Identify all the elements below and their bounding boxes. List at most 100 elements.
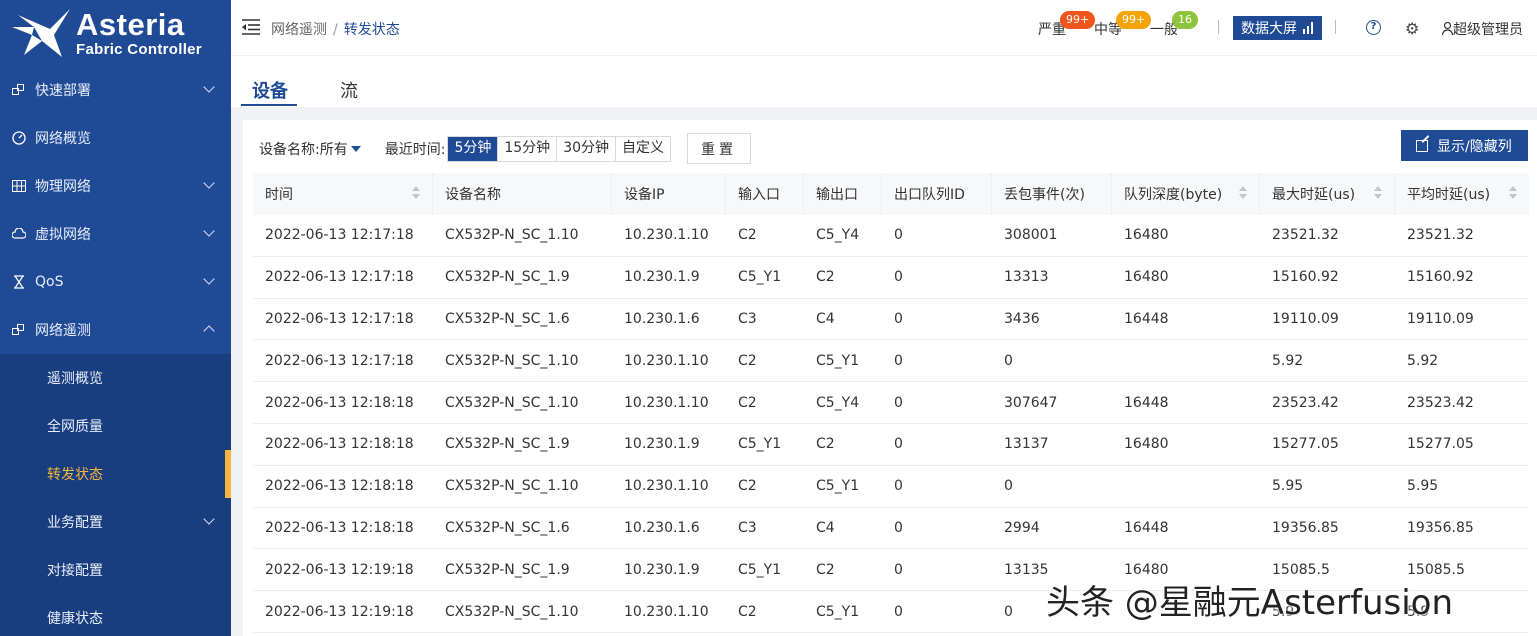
sidebar-item-network-overview[interactable]: 网络概览 <box>0 114 231 162</box>
table-cell: 16448 <box>1124 519 1169 536</box>
column-header[interactable]: 平均时延(us) <box>1395 173 1529 215</box>
range-15min[interactable]: 15分钟 <box>498 136 558 161</box>
sidebar-item-service-config[interactable]: 业务配置 <box>0 498 231 546</box>
sidebar-item-label: 网络遥测 <box>35 323 91 339</box>
recent-time-label: 最近时间: <box>384 141 446 158</box>
table-cell: 5.92 <box>1407 352 1439 369</box>
device-name-select[interactable]: 设备名称:所有 <box>259 139 361 159</box>
table-cell: 0 <box>894 561 903 578</box>
sidebar-item-forwarding-status[interactable]: 转发状态 <box>0 450 231 498</box>
sidebar-item-label: 全网质量 <box>47 419 103 435</box>
sidebar-item-label: 转发状态 <box>47 467 103 483</box>
tabs-bar: 设备 流 <box>231 56 1537 107</box>
sort-icon[interactable] <box>1374 186 1382 200</box>
table-cell: 15277.05 <box>1272 436 1339 453</box>
alarm-medium[interactable]: 中等 99+ <box>1094 11 1152 39</box>
table-row[interactable]: 2022-06-13 12:18:18 CX532P-N_SC_1.10 10.23… <box>253 382 1529 424</box>
sidebar-item-telemetry-overview[interactable]: 遥测概览 <box>0 354 231 402</box>
chevron-down-icon <box>203 273 215 285</box>
table-cell: 0 <box>894 394 903 411</box>
table-cell: 23521.32 <box>1407 227 1474 244</box>
column-header-label: 出口队列ID <box>894 187 965 203</box>
table-cell: 13313 <box>1004 269 1049 286</box>
menu-collapse-icon[interactable] <box>242 19 260 35</box>
table-row[interactable]: 2022-06-13 12:17:18 CX532P-N_SC_1.10 10.23… <box>253 215 1529 257</box>
help-icon[interactable]: ? <box>1366 20 1381 35</box>
table-row[interactable]: 2022-06-13 12:17:18 CX532P-N_SC_1.9 10.230… <box>253 257 1529 299</box>
sidebar-item-physical-network[interactable]: 物理网络 <box>0 162 231 210</box>
column-header: 出口队列ID <box>882 173 992 215</box>
user-name: 超级管理员 <box>1453 22 1523 38</box>
alarm-critical[interactable]: 严重 99+ <box>1038 11 1096 39</box>
dashboard-icon <box>12 131 26 145</box>
sidebar-item-label: 遥测概览 <box>47 371 103 387</box>
filter-row: 设备名称:所有 最近时间: 5分钟 15分钟 30分钟 自定义 重置 <box>259 133 752 164</box>
table-row[interactable]: 2022-06-13 12:17:18 CX532P-N_SC_1.6 10.230… <box>253 299 1529 341</box>
column-header[interactable]: 队列深度(byte) <box>1112 173 1260 215</box>
column-header-label: 设备名称 <box>445 187 501 203</box>
sidebar-item-label: 健康状态 <box>47 611 103 627</box>
sidebar-item-integration-config[interactable]: 对接配置 <box>0 546 231 594</box>
tab-flow[interactable]: 流 <box>340 77 358 103</box>
table-cell: 16448 <box>1124 310 1169 327</box>
alarm-general[interactable]: 一般 16 <box>1150 11 1198 39</box>
sidebar-item-label: 快速部署 <box>35 83 91 99</box>
column-header[interactable]: 最大时延(us) <box>1260 173 1395 215</box>
logo[interactable]: Asteria Fabric Controller <box>0 0 231 66</box>
sort-icon[interactable] <box>412 186 420 200</box>
table-cell: 0 <box>894 603 903 620</box>
table-cell: C2 <box>816 269 835 286</box>
column-header-label: 输出口 <box>816 187 858 203</box>
sidebar-item-qos[interactable]: QoS <box>0 258 231 306</box>
data-bigscreen-button[interactable]: 数据大屏 <box>1233 16 1322 40</box>
column-header-label: 最大时延(us) <box>1272 187 1356 203</box>
tab-device[interactable]: 设备 <box>252 77 288 103</box>
range-5min[interactable]: 5分钟 <box>448 136 499 161</box>
sidebar-item-telemetry[interactable]: 网络遥测 <box>0 306 231 354</box>
table-row[interactable]: 2022-06-13 12:18:18 CX532P-N_SC_1.9 10.230… <box>253 424 1529 466</box>
chevron-down-icon <box>203 177 215 189</box>
gear-icon[interactable]: ⚙ <box>1405 19 1419 38</box>
header-divider <box>1218 20 1219 34</box>
table-cell: C4 <box>816 310 835 327</box>
sidebar-item-quick-deploy[interactable]: 快速部署 <box>0 66 231 114</box>
bar-chart-icon <box>1303 22 1313 34</box>
table-header: 时间 设备名称 设备IP 输入口 输出口 出口队列ID 丢包事件(次) 队列深度(byte) 最… <box>253 173 1529 215</box>
table-cell: 2022-06-13 12:18:18 <box>265 519 414 536</box>
table-cell: C5_Y4 <box>816 394 860 411</box>
reset-button[interactable]: 重置 <box>687 133 752 164</box>
table-cell: 3436 <box>1004 310 1040 327</box>
column-header: 设备IP <box>612 173 726 215</box>
sort-icon[interactable] <box>1239 186 1247 200</box>
table-cell: 15160.92 <box>1407 269 1474 286</box>
sidebar-item-health-status[interactable]: 健康状态 <box>0 594 231 636</box>
breadcrumb-parent[interactable]: 网络遥测 <box>271 22 327 38</box>
column-header[interactable]: 时间 <box>253 173 433 215</box>
table-cell: C2 <box>738 394 757 411</box>
sidebar-item-label: QoS <box>35 274 64 290</box>
table-row[interactable]: 2022-06-13 12:18:18 CX532P-N_SC_1.10 10.23… <box>253 466 1529 508</box>
table-cell: 2022-06-13 12:17:18 <box>265 310 414 327</box>
table-row[interactable]: 2022-06-13 12:18:18 CX532P-N_SC_1.6 10.230… <box>253 508 1529 550</box>
table-cell: C5_Y1 <box>738 269 782 286</box>
table-body: 2022-06-13 12:17:18 CX532P-N_SC_1.10 10.23… <box>253 215 1529 633</box>
content-panel: 设备名称:所有 最近时间: 5分钟 15分钟 30分钟 自定义 重置 显示/隐藏… <box>243 120 1537 636</box>
user-menu[interactable]: 超级管理员 <box>1441 19 1523 39</box>
column-header-label: 设备IP <box>624 187 665 203</box>
range-custom[interactable]: 自定义 <box>616 137 670 161</box>
range-30min[interactable]: 30分钟 <box>557 136 617 161</box>
cloud-icon <box>12 227 26 241</box>
table-row[interactable]: 2022-06-13 12:17:18 CX532P-N_SC_1.10 10.23… <box>253 340 1529 383</box>
sidebar-item-network-quality[interactable]: 全网质量 <box>0 402 231 450</box>
chevron-down-icon <box>203 81 215 93</box>
toggle-columns-button[interactable]: 显示/隐藏列 <box>1401 130 1528 161</box>
table-cell: C5_Y1 <box>816 478 860 495</box>
sort-icon[interactable] <box>1509 186 1517 200</box>
table-cell: C4 <box>816 519 835 536</box>
breadcrumb-separator: / <box>333 22 338 38</box>
table-cell: 10.230.1.9 <box>624 561 700 578</box>
forwarding-table: 时间 设备名称 设备IP 输入口 输出口 出口队列ID 丢包事件(次) 队列深度(byte) 最… <box>253 173 1529 633</box>
table-cell: 307647 <box>1004 394 1058 411</box>
sidebar-item-label: 业务配置 <box>47 515 103 531</box>
sidebar-item-virtual-network[interactable]: 虚拟网络 <box>0 210 231 258</box>
